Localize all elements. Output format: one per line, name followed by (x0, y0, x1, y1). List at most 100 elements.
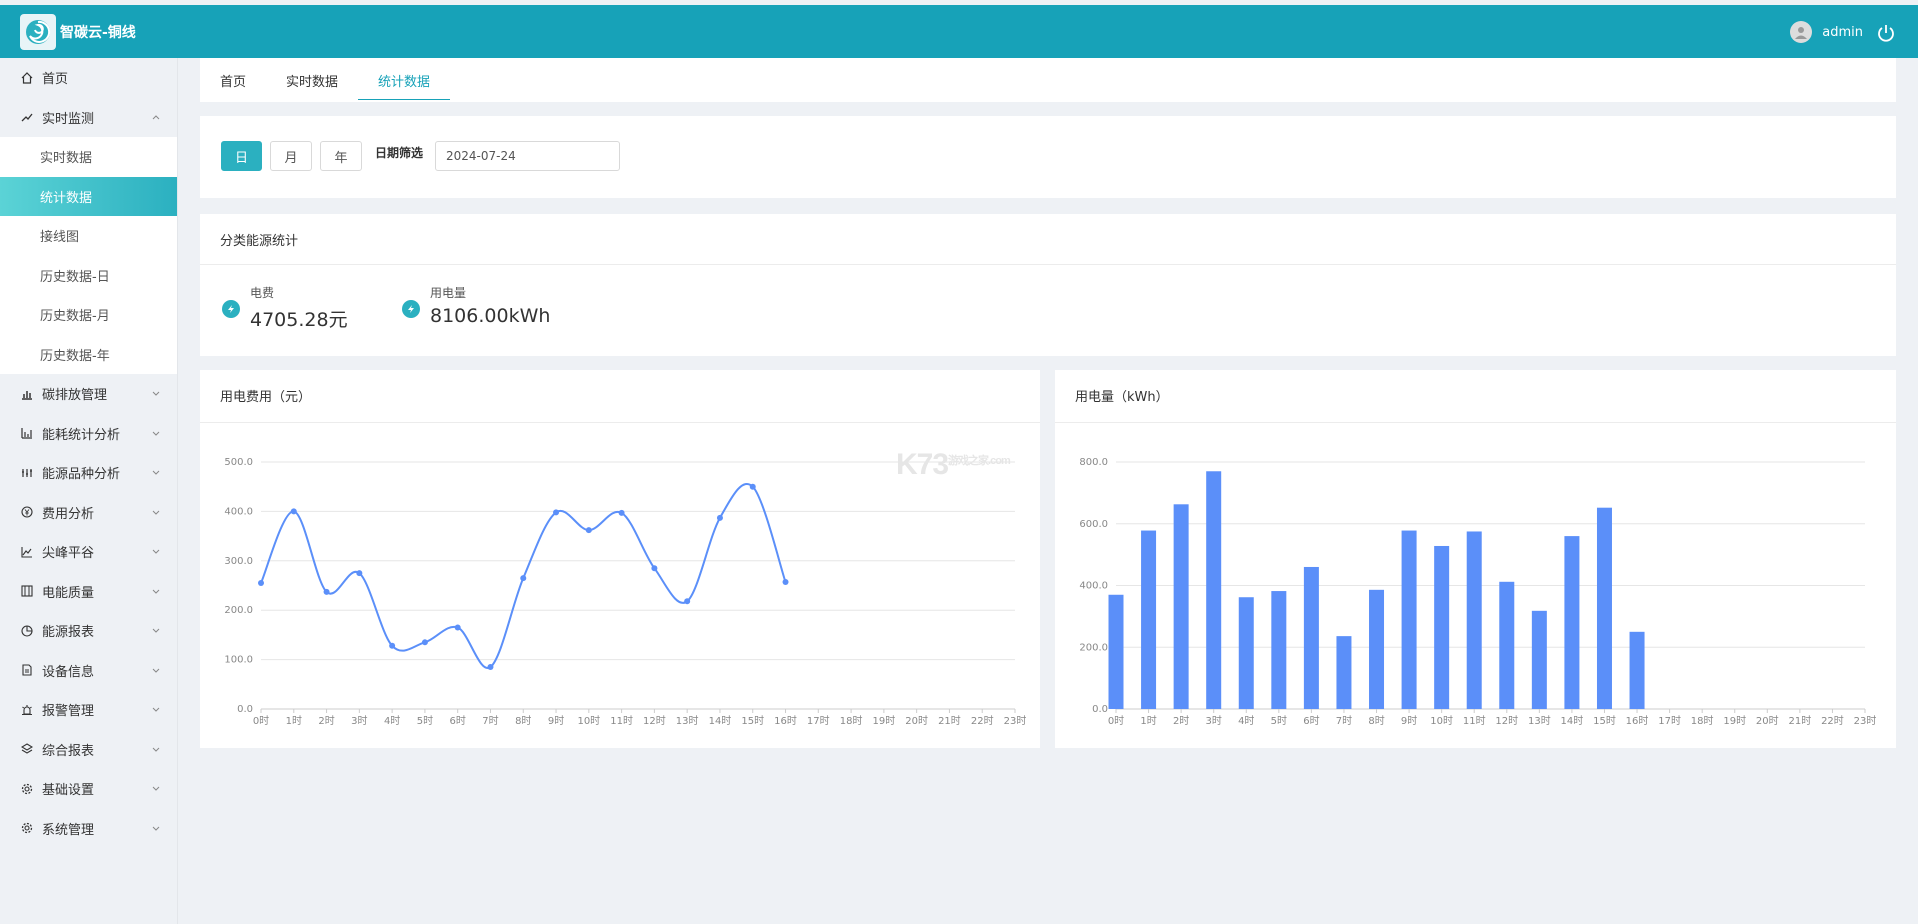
sidebar-item-carbon[interactable]: 碳排放管理 (0, 374, 177, 414)
x-tick-label: 0时 (1108, 715, 1124, 727)
chart-title: 用电费用（元） (220, 390, 312, 405)
x-tick-label: 3时 (1206, 715, 1222, 727)
x-tick-label: 20时 (1756, 715, 1779, 727)
layers-icon (20, 742, 34, 756)
sidebar-item-device-info[interactable]: 设备信息 (0, 651, 177, 691)
usage-chart-card: 用电量（kWh） 0.0 200.0 400.0 600.0 800.0 0时 1时 2时 3时… (1055, 370, 1896, 748)
data-bar (1206, 471, 1222, 709)
sidebar-item-energy-report[interactable]: 能源报表 (0, 611, 177, 651)
sidebar-subitem-statistics[interactable]: 统计数据 (0, 176, 177, 216)
avatar-icon (1790, 21, 1813, 43)
sidebar-item-label: 系统管理 (42, 822, 95, 838)
sidebar-item-label: 能源品种分析 (42, 467, 121, 483)
sidebar-item-label: 基础设置 (42, 783, 95, 799)
sidebar-subitem-realtime-data[interactable]: 实时数据 (0, 137, 177, 177)
sidebar-item-system-management[interactable]: 系统管理 (0, 809, 177, 849)
data-point (421, 639, 428, 646)
data-point (585, 527, 592, 534)
pie-icon (20, 624, 34, 638)
bar-chart-icon (20, 387, 34, 401)
chevron-down-icon (152, 826, 160, 831)
chevron-up-icon (152, 114, 160, 119)
period-month-button[interactable]: 月 (270, 141, 312, 171)
data-bar (1369, 589, 1385, 709)
sidebar-item-alarm[interactable]: 报警管理 (0, 690, 177, 730)
watermark: K73游戏之家.com (896, 448, 1011, 481)
period-day-button[interactable]: 日 (221, 141, 262, 171)
data-bar (1108, 594, 1124, 709)
tab-home[interactable]: 首页 (220, 58, 246, 102)
tab-statistics[interactable]: 统计数据 (358, 58, 451, 102)
sidebar-subitem-history-month[interactable]: 历史数据-月 (0, 295, 177, 335)
sidebar-item-label: 实时监测 (42, 111, 95, 127)
sidebar-item-power-quality[interactable]: 电能质量 (0, 572, 177, 612)
data-point (290, 508, 297, 515)
sidebar-item-composite-report[interactable]: 综合报表 (0, 730, 177, 770)
x-tick-label: 2时 (318, 715, 334, 727)
sidebar-item-label: 碳排放管理 (42, 388, 108, 404)
sliders-icon (20, 466, 34, 480)
swirl-logo-icon (26, 20, 51, 44)
tab-realtime-data[interactable]: 实时数据 (286, 58, 338, 102)
x-tick-label: 17时 (1658, 715, 1681, 727)
data-bar (1596, 507, 1612, 709)
x-tick-label: 8时 (1368, 715, 1384, 727)
data-point (356, 570, 363, 577)
sidebar-item-home[interactable]: 首页 (0, 58, 177, 98)
chevron-down-icon (152, 628, 160, 633)
x-tick-label: 7时 (1336, 715, 1352, 727)
alarm-icon (20, 703, 34, 717)
data-bar (1564, 536, 1580, 709)
period-year-button[interactable]: 年 (320, 141, 362, 171)
sidebar-item-energy-stats[interactable]: 能耗统计分析 (0, 414, 177, 454)
yen-icon (20, 505, 34, 519)
data-point (454, 624, 461, 631)
sidebar-item-realtime-monitor[interactable]: 实时监测 (0, 98, 177, 138)
x-tick-label: 17时 (807, 715, 830, 727)
data-bar (1238, 597, 1254, 709)
x-tick-label: 14时 (1561, 715, 1584, 727)
x-tick-label: 16时 (1626, 715, 1649, 727)
gear-icon (20, 821, 34, 835)
power-icon[interactable] (1876, 23, 1896, 43)
sidebar-item-cost-analysis[interactable]: 费用分析 (0, 493, 177, 533)
y-tick-label: 200.0 (1079, 642, 1108, 653)
sidebar-subitem-history-year[interactable]: 历史数据-年 (0, 334, 177, 374)
sidebar-item-basic-settings[interactable]: 基础设置 (0, 769, 177, 809)
sidebar-item-energy-types[interactable]: 能源品种分析 (0, 453, 177, 493)
sidebar-subitem-history-day[interactable]: 历史数据-日 (0, 255, 177, 295)
data-bar (1499, 581, 1515, 709)
column-chart-icon (20, 426, 34, 440)
sidebar-item-label: 设备信息 (42, 664, 95, 680)
divider (200, 264, 1896, 265)
sidebar-item-label: 费用分析 (42, 506, 95, 522)
gear-icon (20, 782, 34, 796)
energy-stats-card: 分类能源统计 电费 4705.28元 用电量 8106.00kWh (200, 214, 1896, 356)
sidebar-item-label: 报警管理 (42, 704, 95, 720)
data-bar (1141, 530, 1157, 709)
grid-icon (20, 584, 34, 598)
stat-value: 4705.28元 (250, 309, 348, 331)
chevron-down-icon (152, 668, 160, 673)
x-tick-label: 0时 (253, 715, 269, 727)
user-menu[interactable]: admin (1790, 21, 1863, 43)
y-tick-label: 0.0 (237, 704, 253, 715)
trend-icon (20, 110, 34, 124)
y-tick-label: 600.0 (1079, 519, 1108, 530)
data-bar (1401, 530, 1417, 709)
date-filter-label: 日期筛选 (375, 146, 424, 160)
sidebar-item-peak-valley[interactable]: 尖峰平谷 (0, 532, 177, 572)
chevron-down-icon (152, 786, 160, 791)
stat-label: 用电量 (430, 286, 467, 300)
x-tick-label: 16时 (774, 715, 797, 727)
x-tick-label: 4时 (1238, 715, 1254, 727)
sidebar: 首页 实时监测 实时数据 统计数据 接线图 历史数据-日 历史数据-月 历史数据… (0, 58, 178, 924)
home-icon (20, 71, 34, 85)
x-tick-label: 23时 (1854, 715, 1877, 727)
date-picker-input[interactable]: 2024-07-24 (435, 141, 620, 171)
x-tick-label: 6时 (1303, 715, 1319, 727)
sidebar-item-label: 电能质量 (42, 585, 95, 601)
sidebar-subitem-wiring-diagram[interactable]: 接线图 (0, 216, 177, 256)
data-point (716, 514, 723, 521)
x-tick-label: 23时 (1004, 715, 1027, 727)
